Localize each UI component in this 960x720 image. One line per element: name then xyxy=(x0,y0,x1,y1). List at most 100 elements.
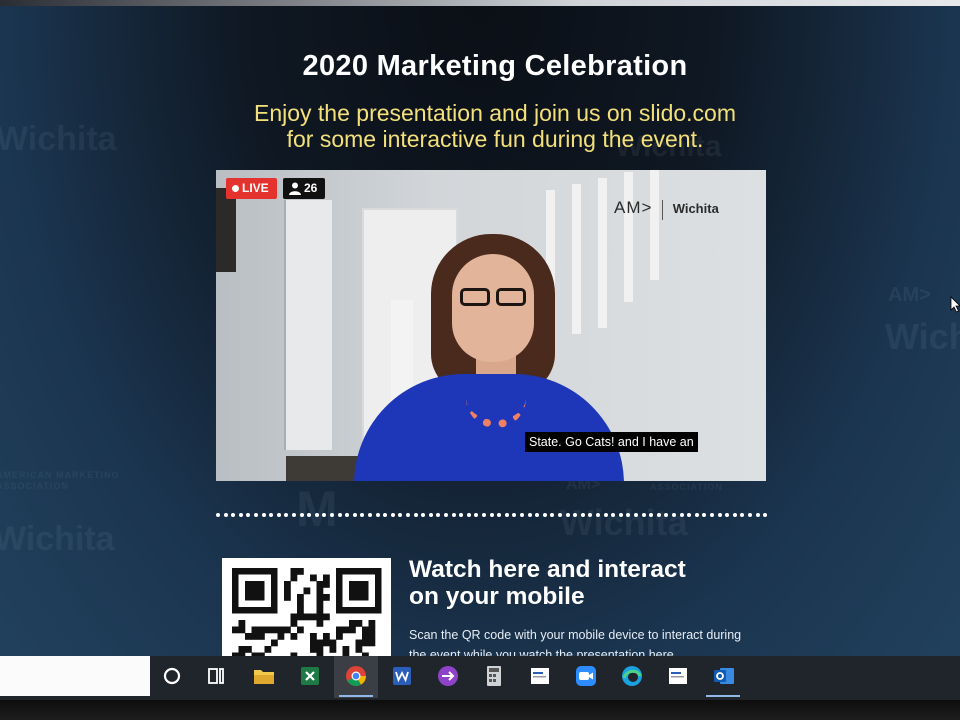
divider-dot xyxy=(360,513,365,517)
divider-dot xyxy=(748,513,752,517)
divider-dot xyxy=(679,513,684,517)
person-icon xyxy=(289,182,301,195)
divider-dot xyxy=(535,513,540,517)
monitor-bezel xyxy=(0,700,960,720)
task-view-icon[interactable] xyxy=(205,664,229,688)
divider-dot xyxy=(375,513,380,517)
divider-dot xyxy=(618,513,623,517)
divider-dot xyxy=(330,513,334,517)
divider-dot xyxy=(261,513,266,517)
file-explorer-icon[interactable] xyxy=(252,664,276,688)
divider-dot xyxy=(573,513,578,517)
wall-picture xyxy=(216,188,236,272)
divider-dot xyxy=(596,513,600,517)
divider-dot xyxy=(428,513,433,517)
divider-dot xyxy=(466,513,471,517)
page-subtitle: Enjoy the presentation and join us on sl… xyxy=(0,100,960,152)
live-dot-icon xyxy=(232,185,239,192)
divider-dot xyxy=(482,513,486,517)
viewer-count-badge: 26 xyxy=(283,178,325,199)
divider-dot xyxy=(398,513,403,517)
divider-dot xyxy=(254,513,258,517)
divider-dot xyxy=(710,513,714,517)
divider-dot xyxy=(299,513,304,517)
dotted-divider xyxy=(216,513,768,519)
divider-dot xyxy=(626,513,631,517)
divider-dot xyxy=(565,513,570,517)
divider-dot xyxy=(337,513,342,517)
divider-dot xyxy=(763,513,768,517)
power-automate-icon[interactable] xyxy=(436,664,460,688)
outlook-icon[interactable] xyxy=(712,664,736,688)
door xyxy=(284,200,332,450)
divider-dot xyxy=(368,513,372,517)
divider-dot xyxy=(352,513,357,517)
divider-dot xyxy=(558,513,562,517)
page-title: 2020 Marketing Celebration xyxy=(302,50,688,82)
calculator-icon[interactable] xyxy=(482,664,506,688)
divider-dot xyxy=(284,513,289,517)
excel-icon[interactable] xyxy=(298,664,322,688)
zoom-icon[interactable] xyxy=(574,664,598,688)
divider-dot xyxy=(231,513,236,517)
divider-dot xyxy=(421,513,426,517)
interact-description-line: Scan the QR code with your mobile device… xyxy=(409,628,742,642)
divider-dot xyxy=(451,513,456,517)
divider-dot xyxy=(413,513,418,517)
divider-dot xyxy=(444,513,448,517)
interact-heading-line: on your mobile xyxy=(409,583,585,610)
live-badge: LIVE xyxy=(226,178,277,199)
divider-dot xyxy=(314,513,319,517)
divider-dot xyxy=(725,513,730,517)
stair-baluster xyxy=(598,178,607,328)
floor xyxy=(286,456,358,481)
desktop-screen: Wichita Wichita AMERICAN MARKETING ASSOC… xyxy=(0,0,960,700)
stair-baluster xyxy=(572,184,581,334)
divider-dot xyxy=(345,513,350,517)
qr-code xyxy=(222,558,391,668)
divider-dot xyxy=(276,513,281,517)
watermark-logo: AM> xyxy=(888,284,931,306)
divider-dot xyxy=(223,513,228,517)
stream-brand: AM> Wichita xyxy=(614,198,719,220)
divider-dot xyxy=(672,513,676,517)
divider-dot xyxy=(634,513,638,517)
closed-caption: State. Go Cats! and I have an xyxy=(525,432,698,452)
divider-dot xyxy=(649,513,654,517)
divider-dot xyxy=(656,513,661,517)
divider-dot xyxy=(603,513,608,517)
divider-dot xyxy=(497,513,502,517)
divider-dot xyxy=(732,513,737,517)
edge-icon[interactable] xyxy=(620,664,644,688)
brand-logo: AM> xyxy=(614,198,653,217)
divider-dot xyxy=(504,513,509,517)
active-app-indicator xyxy=(339,695,373,697)
divider-dot xyxy=(687,513,692,517)
document-icon[interactable] xyxy=(528,664,552,688)
document-icon[interactable] xyxy=(666,664,690,688)
presenter-glasses xyxy=(456,288,532,308)
divider-dot xyxy=(459,513,464,517)
divider-dot xyxy=(292,513,296,517)
divider-dot xyxy=(527,513,532,517)
divider-dot xyxy=(664,513,669,517)
cortana-icon[interactable] xyxy=(160,664,184,688)
divider-dot xyxy=(246,513,251,517)
subtitle-line: Enjoy the presentation and join us on sl… xyxy=(253,100,737,126)
divider-dot xyxy=(755,513,760,517)
word-icon[interactable] xyxy=(390,664,414,688)
screen-glare xyxy=(0,0,960,6)
watermark-wichita: Wichita xyxy=(885,316,960,357)
divider-dot xyxy=(216,513,220,517)
watermark-monogram: M xyxy=(296,481,338,537)
mouse-cursor-icon xyxy=(950,296,960,313)
divider-dot xyxy=(238,513,243,517)
divider-dot xyxy=(740,513,745,517)
watermark-association-line: AMERICAN MARKETING xyxy=(0,470,120,480)
divider-dot xyxy=(307,513,312,517)
watermark-association: AMERICAN MARKETING ASSOCIATION xyxy=(0,470,120,492)
divider-dot xyxy=(383,513,388,517)
qr-code-icon xyxy=(232,568,382,668)
taskbar-search-box[interactable] xyxy=(0,656,150,696)
chrome-icon[interactable] xyxy=(344,664,368,688)
